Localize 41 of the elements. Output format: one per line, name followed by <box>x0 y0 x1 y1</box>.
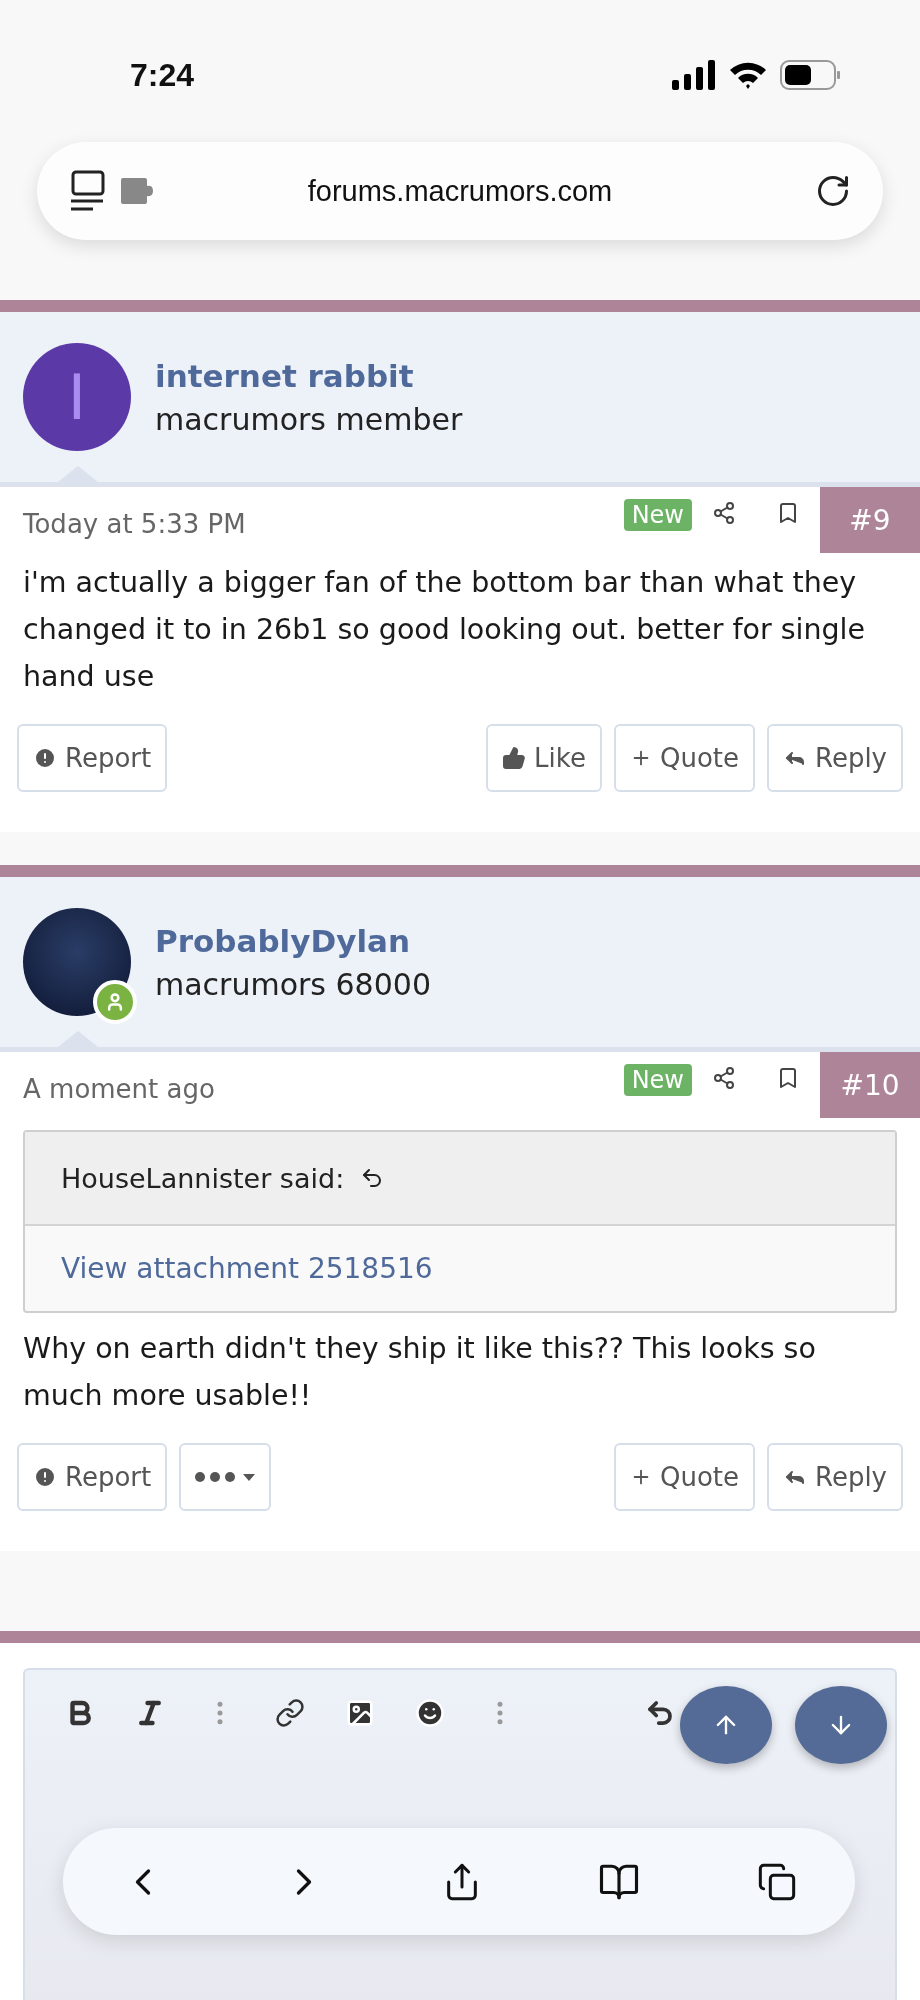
tabs-icon[interactable] <box>756 1861 797 1902</box>
quote-author: HouseLannister said: <box>61 1162 345 1194</box>
wifi-icon <box>728 60 768 90</box>
more-button[interactable] <box>179 1443 272 1511</box>
image-icon[interactable] <box>345 1698 375 1728</box>
link-icon[interactable] <box>275 1698 305 1728</box>
attachment-link[interactable]: View attachment 2518516 <box>61 1252 433 1285</box>
thumbs-up-icon <box>502 746 527 770</box>
undo-icon[interactable] <box>645 1698 675 1728</box>
quote-button[interactable]: Quote <box>613 1443 755 1511</box>
battery-icon <box>780 60 842 90</box>
signal-icon <box>672 60 716 90</box>
quote-button[interactable]: Quote <box>613 724 755 792</box>
alert-icon <box>33 1465 57 1489</box>
user-title: macrumors 68000 <box>155 966 431 1002</box>
user-title: macrumors member <box>155 401 463 437</box>
page-menu-icon[interactable] <box>69 170 105 212</box>
reload-icon[interactable] <box>815 173 851 209</box>
reply-button[interactable]: Reply <box>767 724 903 792</box>
share-icon[interactable] <box>712 1066 736 1090</box>
new-badge: New <box>623 1064 692 1096</box>
ellipsis-icon <box>195 1472 236 1482</box>
alert-icon <box>33 746 57 770</box>
address-bar[interactable]: forums.macrumors.com <box>37 142 883 240</box>
url-text[interactable]: forums.macrumors.com <box>169 174 801 208</box>
report-button[interactable]: Report <box>17 1443 168 1511</box>
share-icon[interactable] <box>712 501 736 525</box>
new-badge: New <box>623 499 692 531</box>
post-body: Why on earth didn't they ship it like this?? This looks so much more usable!! <box>22 1331 817 1414</box>
report-button[interactable]: Report <box>17 724 168 792</box>
reply-button[interactable]: Reply <box>767 1443 903 1511</box>
post-time[interactable]: Today at 5:33 PM <box>0 487 624 539</box>
post-time[interactable]: A moment ago <box>0 1052 624 1104</box>
post-body: i'm actually a bigger fan of the bottom bar than what they changed it to in 26b1 so good looking out. better for single hand use <box>22 565 867 695</box>
caret-icon <box>243 1473 256 1481</box>
smiley-icon[interactable] <box>415 1698 445 1728</box>
status-time: 7:24 <box>130 56 195 94</box>
username-link[interactable]: internet rabbit <box>155 357 463 394</box>
username-link[interactable]: ProbablyDylan <box>155 922 431 959</box>
puzzle-piece-icon[interactable] <box>119 176 155 206</box>
like-button[interactable]: Like <box>486 724 602 792</box>
